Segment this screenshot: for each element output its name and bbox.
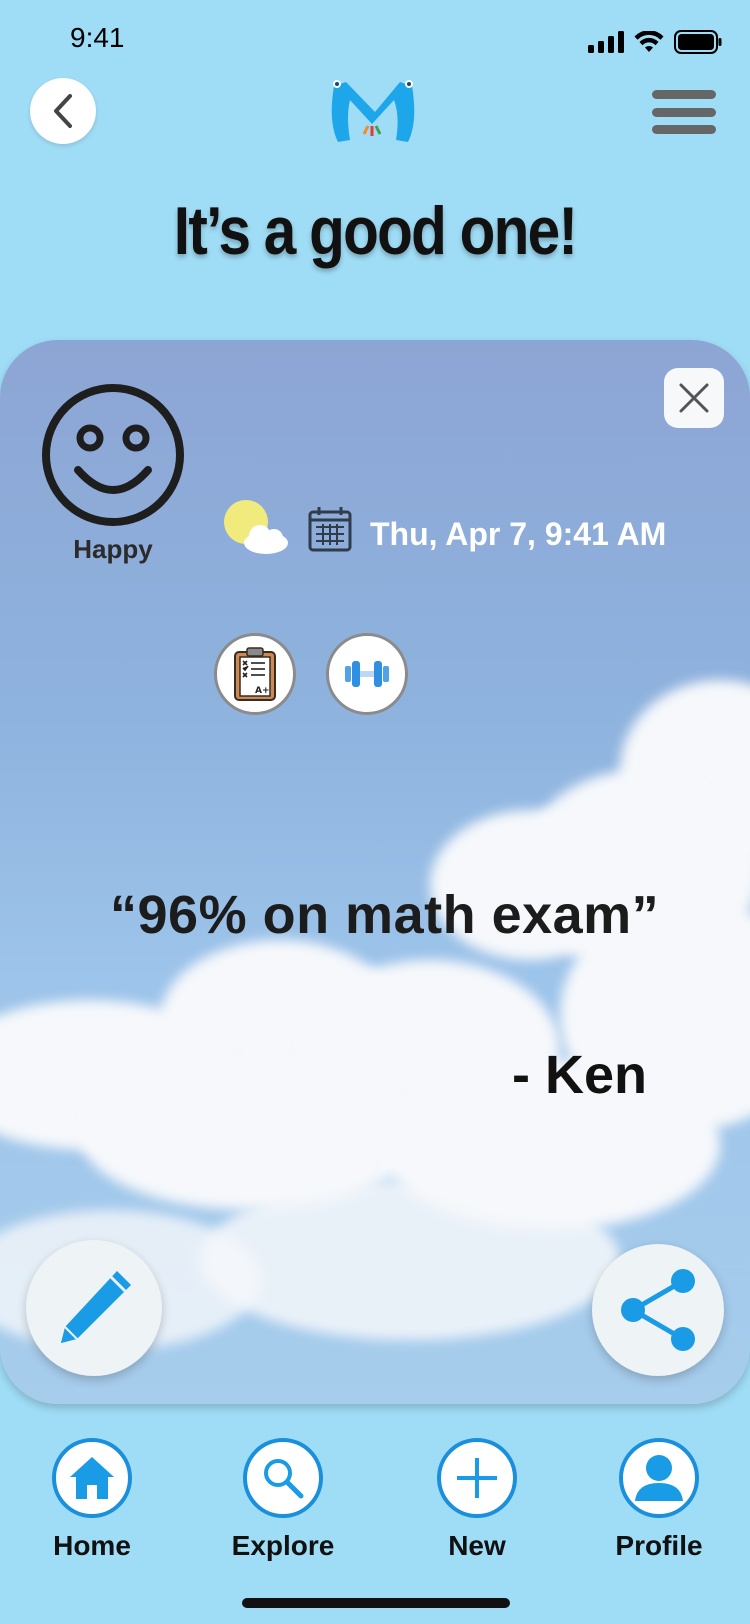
smiley-face-icon	[42, 384, 184, 526]
menu-bar	[652, 107, 716, 117]
nav-profile-circle[interactable]	[619, 1438, 699, 1518]
search-icon	[264, 1459, 304, 1499]
close-button[interactable]	[664, 368, 724, 428]
plus-icon	[457, 1458, 497, 1498]
entry-author: - Ken	[512, 1045, 647, 1105]
nav-profile-label: Profile	[615, 1530, 703, 1561]
nav-home-label: Home	[53, 1530, 131, 1561]
home-indicator	[242, 1598, 510, 1608]
battery-icon	[674, 30, 722, 54]
menu-button[interactable]	[652, 90, 716, 134]
edit-button[interactable]	[26, 1240, 162, 1376]
entry-datetime: Thu, Apr 7, 9:41 AM	[370, 516, 667, 552]
mood-label: Happy	[73, 534, 153, 564]
close-icon	[679, 383, 709, 413]
nav-explore[interactable]: Explore	[208, 1438, 358, 1562]
page-title: It’s a good one!	[173, 193, 578, 269]
person-icon	[635, 1455, 683, 1501]
menu-bar	[652, 125, 716, 134]
pencil-icon	[61, 1271, 131, 1343]
nav-profile[interactable]: Profile	[584, 1438, 734, 1562]
nav-new[interactable]: New	[402, 1438, 552, 1562]
home-icon	[70, 1457, 114, 1499]
nav-explore-circle[interactable]	[243, 1438, 323, 1518]
nav-home[interactable]: Home	[17, 1438, 167, 1562]
entry-quote: “96% on math exam”	[110, 885, 660, 945]
svg-text:A+: A+	[255, 686, 270, 696]
status-time: 9:41	[70, 22, 125, 53]
menu-bar	[652, 90, 716, 99]
chevron-left-icon	[54, 94, 72, 128]
nav-new-circle[interactable]	[437, 1438, 517, 1518]
calendar-icon	[308, 507, 352, 552]
tag-school-button[interactable]: A+	[214, 633, 296, 715]
signal-icon	[588, 31, 624, 53]
tag-fitness-button[interactable]	[326, 633, 408, 715]
wifi-icon	[634, 31, 664, 52]
status-icons	[588, 30, 722, 54]
app-logo	[331, 80, 415, 142]
share-button[interactable]	[592, 1244, 724, 1376]
share-icon	[621, 1269, 695, 1351]
nav-home-circle[interactable]	[52, 1438, 132, 1518]
nav-explore-label: Explore	[231, 1530, 335, 1561]
nav-new-label: New	[448, 1530, 506, 1561]
dumbbell-icon	[345, 661, 389, 687]
partly-sunny-icon	[224, 500, 288, 554]
cloud-shape	[200, 1180, 620, 1340]
back-button[interactable]	[30, 78, 96, 144]
clipboard-grade-icon: A+	[234, 647, 276, 701]
